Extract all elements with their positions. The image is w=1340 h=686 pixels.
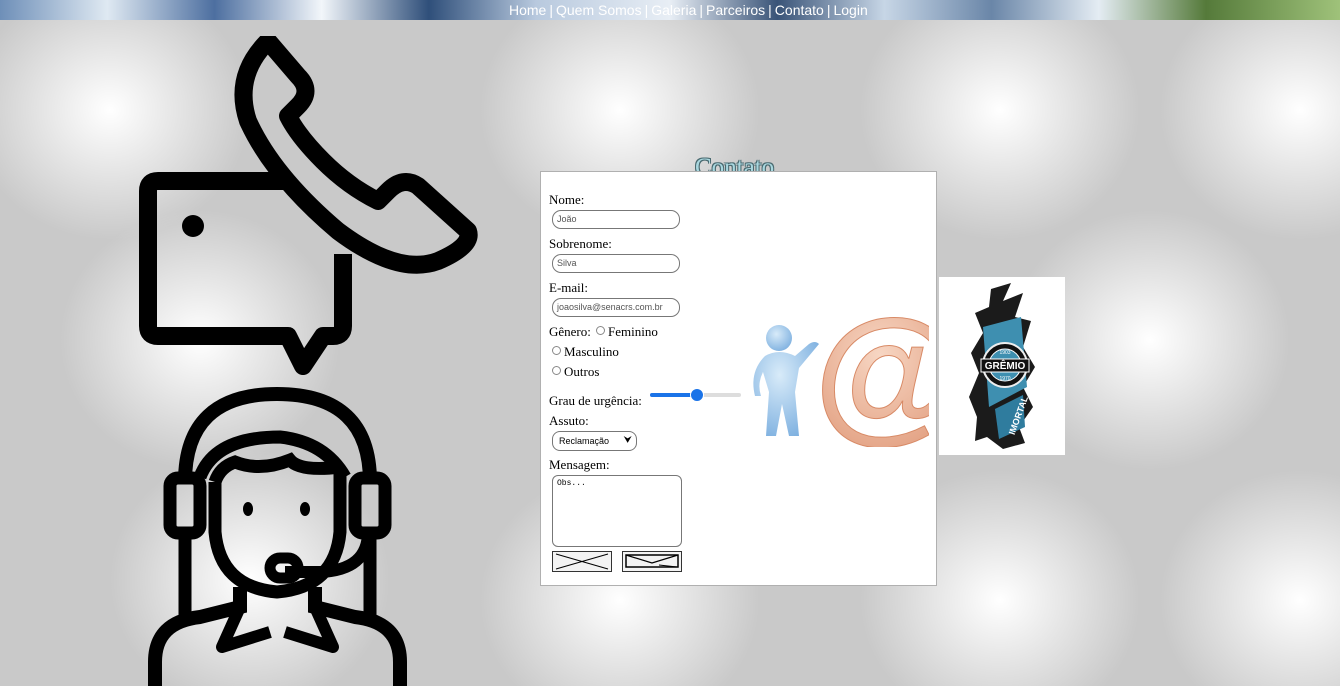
mensagem-label: Mensagem: [549, 457, 610, 472]
urgencia-label: Grau de urgência: [549, 393, 642, 408]
radio-outros-label: Outros [564, 364, 600, 379]
slider-thumb[interactable] [689, 388, 704, 402]
send-button[interactable] [622, 551, 682, 572]
assunto-label: Assuto: [549, 413, 589, 428]
sobrenome-input[interactable]: Silva [552, 254, 680, 273]
slider-fill [650, 393, 696, 397]
radio-feminino[interactable] [596, 326, 605, 335]
nav-login[interactable]: Login [833, 2, 867, 18]
assunto-selected: Reclamação [559, 436, 610, 446]
nav-separator: | [768, 2, 772, 18]
nome-label: Nome: [549, 192, 585, 207]
email-input[interactable]: joaosilva@senacrs.com.br [552, 298, 680, 317]
gremio-logo: GRÊMIO 1903 1970 IMORTAL [939, 277, 1065, 455]
sobrenome-label: Sobrenome: [549, 236, 612, 251]
nav-galeria[interactable]: Galeria [651, 2, 696, 18]
urgencia-slider[interactable] [650, 388, 741, 402]
radio-masculino-label: Masculino [564, 344, 619, 359]
phone-chat-icon [139, 36, 478, 375]
radio-outros[interactable] [552, 366, 561, 375]
contact-at-illustration: @ [753, 312, 929, 447]
gremio-name: GRÊMIO [985, 359, 1026, 372]
assunto-select[interactable]: Reclamação ⮟ [552, 431, 637, 451]
gremio-year-right: 1970 [999, 376, 1010, 382]
gremio-year-left: 1903 [999, 350, 1010, 356]
nav-quem-somos[interactable]: Quem Somos [556, 2, 642, 18]
envelope-icon [625, 554, 679, 568]
nav-separator: | [549, 2, 553, 18]
nome-input[interactable]: João [552, 210, 680, 229]
header-banner: Home | Quem Somos | Galeria | Parceiros | Contat… [0, 0, 1340, 20]
nav-separator: | [644, 2, 649, 18]
nav-separator: | [699, 2, 704, 18]
radio-feminino-label: Feminino [608, 324, 658, 339]
main-nav: Home | Quem Somos | Galeria | Parceiros | Contat… [509, 2, 868, 18]
gremio-logo-art: GRÊMIO 1903 1970 IMORTAL [969, 283, 1035, 449]
nav-contato[interactable]: Contato [775, 2, 824, 18]
svg-text:@: @ [814, 312, 929, 447]
genero-label: Gênero: [549, 324, 591, 339]
chevron-down-icon: ⮟ [623, 435, 633, 446]
mensagem-textarea[interactable]: Obs... [552, 475, 682, 547]
nav-parceiros[interactable]: Parceiros [706, 2, 765, 18]
nav-home[interactable]: Home [509, 2, 546, 18]
clear-button[interactable] [552, 551, 612, 572]
clear-x-icon [555, 553, 609, 570]
contact-form: Nome: João Sobrenome: Silva E-mail: joao… [540, 171, 937, 586]
radio-masculino[interactable] [552, 346, 561, 355]
support-agent-icon [148, 386, 407, 686]
email-label: E-mail: [549, 280, 588, 295]
